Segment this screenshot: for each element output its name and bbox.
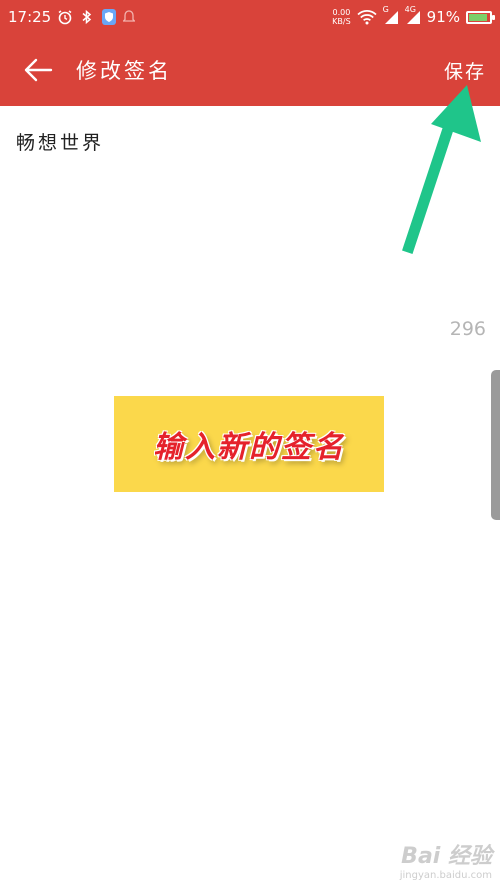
status-right: 0.00 KB/S G 4G 91%	[332, 5, 495, 26]
arrow-left-icon	[24, 58, 53, 82]
remaining-char-count: 296	[449, 318, 486, 340]
network-speed: 0.00 KB/S	[332, 8, 351, 26]
signal-4g-label: 4G	[404, 5, 416, 14]
wifi-icon	[357, 8, 377, 26]
signal-2g-icon: G	[382, 5, 399, 26]
signal-4g-icon: 4G	[404, 5, 421, 26]
watermark-logo: Bai 经验	[401, 844, 492, 869]
battery-fill	[469, 13, 488, 21]
status-time: 17:25	[8, 8, 52, 26]
network-speed-value: 0.00	[332, 8, 351, 17]
page-title: 修改签名	[76, 59, 172, 83]
status-bar: 17:25 0.00 KB/S G 4G 91%	[0, 0, 500, 34]
annotation-banner: 输入新的签名	[114, 396, 384, 492]
battery-percent: 91%	[426, 8, 460, 26]
network-speed-unit: KB/S	[332, 17, 351, 26]
bluetooth-icon	[79, 8, 95, 26]
alarm-icon	[57, 8, 73, 26]
notification-icon	[123, 8, 136, 26]
save-button[interactable]: 保存	[444, 57, 486, 84]
signal-2g-label: G	[382, 5, 389, 14]
watermark: Bai 经验 jingyan.baidu.com	[400, 838, 492, 881]
battery-icon	[466, 10, 495, 24]
scrollbar-handle[interactable]	[491, 370, 500, 520]
watermark-url: jingyan.baidu.com	[399, 870, 492, 881]
back-button[interactable]	[0, 34, 76, 106]
shield-icon	[101, 8, 117, 26]
annotation-text: 输入新的签名	[153, 430, 345, 465]
annotation-arrow-icon	[402, 85, 481, 254]
status-left: 17:25	[8, 8, 136, 26]
